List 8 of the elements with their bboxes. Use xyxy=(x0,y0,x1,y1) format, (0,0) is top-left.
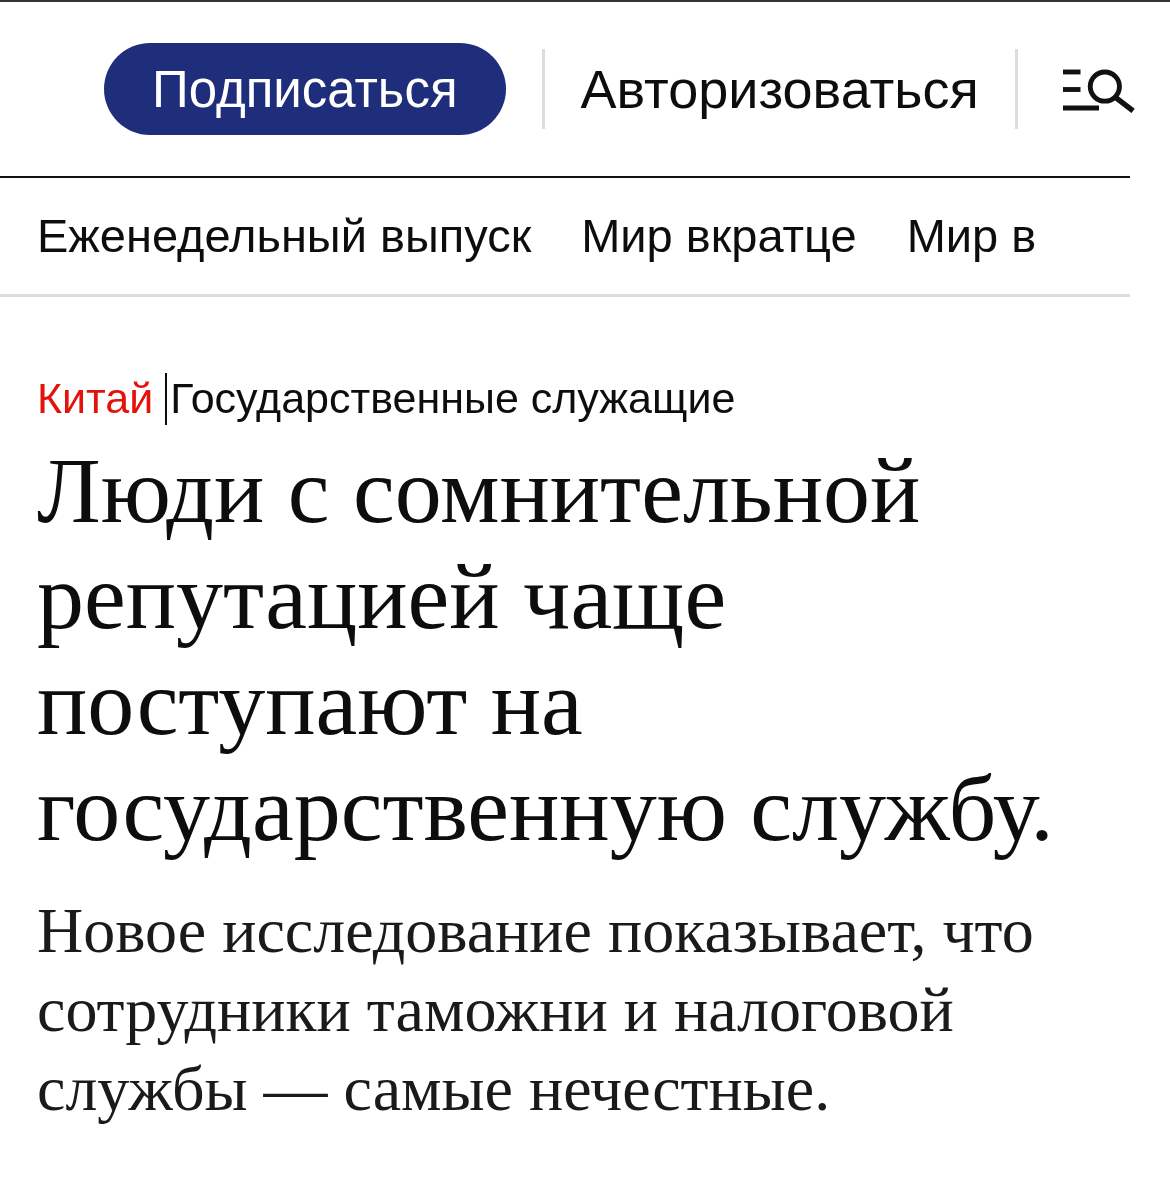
topic-label: Государственные служащие xyxy=(165,373,736,425)
nav-link[interactable]: Мир в xyxy=(906,208,1037,263)
nav-link[interactable]: Мир вкратце xyxy=(581,208,857,263)
article-headline: Люди с сомнительной репутацией чаще поступают на государственную службу. xyxy=(37,436,1055,861)
subscribe-button[interactable]: Подписаться xyxy=(104,43,506,135)
article-description: Новое исследование показывает, что сотрудники таможни и налоговой службы — самые нечестные. xyxy=(37,893,1035,1126)
nav-link[interactable]: Еженедельный выпуск xyxy=(37,208,532,263)
section-link[interactable]: Китай xyxy=(37,373,154,425)
